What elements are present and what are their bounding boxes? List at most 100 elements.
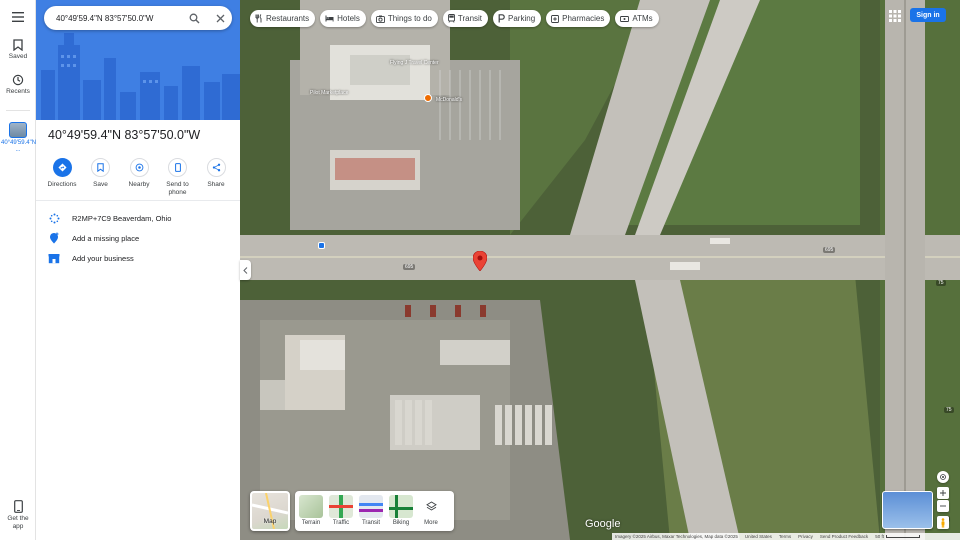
- chip-label: ATMs: [632, 14, 653, 23]
- add-business-icon: [48, 253, 60, 263]
- terrain-thumbnail-icon: [299, 495, 323, 518]
- hamburger-menu-icon: [12, 12, 24, 22]
- bookmark-icon: [13, 39, 23, 51]
- layer-switcher-button[interactable]: Map: [250, 491, 290, 531]
- place-panel: 40°49'59.4"N 83°57'50.0"W Directions Sav…: [36, 0, 240, 540]
- layer-label: Terrain: [301, 520, 321, 526]
- chip-label: Parking: [508, 14, 536, 23]
- clear-search-button[interactable]: [210, 8, 230, 28]
- chip-hotels[interactable]: Hotels: [320, 10, 366, 27]
- road-shield-75: 75: [936, 280, 946, 286]
- transit-thumbnail-icon: [359, 495, 383, 518]
- imagery-attribution: Imagery ©2025 Airbus, Maxar Technologies…: [615, 534, 738, 539]
- street-view-pegman-button[interactable]: [937, 516, 949, 529]
- recent-place-label: 40°49'59.4"N ...: [1, 140, 37, 153]
- search-box: [44, 6, 232, 30]
- nearby-button[interactable]: Nearby: [121, 158, 157, 197]
- layer-terrain[interactable]: Terrain: [299, 495, 323, 531]
- layers-icon: [425, 501, 437, 511]
- sign-in-button[interactable]: Sign in: [910, 8, 946, 22]
- phone-icon: [13, 500, 23, 513]
- chip-things-to-do[interactable]: Things to do: [370, 10, 438, 27]
- plus-code-row[interactable]: R2MP+7C9 Beaverdam, Ohio: [36, 208, 240, 228]
- chip-label: Restaurants: [266, 14, 310, 23]
- zoom-in-button[interactable]: [937, 487, 949, 499]
- add-missing-place-row[interactable]: Add a missing place: [36, 228, 240, 248]
- feedback-link[interactable]: Send Product Feedback: [820, 534, 868, 539]
- chip-restaurants[interactable]: Restaurants: [250, 10, 316, 27]
- layers-thumbnail: [419, 495, 443, 518]
- poi-label[interactable]: Flying J Travel Center: [390, 60, 439, 66]
- scale-ruler: [885, 535, 920, 538]
- street-view-thumbnail[interactable]: [882, 491, 933, 529]
- layer-more[interactable]: More: [419, 495, 443, 531]
- panel-divider: [36, 200, 240, 201]
- bookmark-icon: [97, 163, 104, 172]
- privacy-link[interactable]: Privacy: [798, 534, 813, 539]
- menu-button[interactable]: [0, 12, 36, 22]
- poi-marker-icon[interactable]: [424, 94, 432, 102]
- search-icon: [189, 13, 199, 23]
- country-link[interactable]: United States: [745, 534, 772, 539]
- traffic-thumbnail-icon: [329, 495, 353, 518]
- parking-icon: [498, 14, 505, 23]
- scale-bar[interactable]: 50 ft: [875, 534, 920, 539]
- search-input[interactable]: [56, 13, 182, 23]
- directions-icon: [57, 163, 67, 172]
- get-app-label: Get the app: [7, 515, 29, 530]
- pegman-icon: [941, 517, 945, 528]
- location-pin-icon[interactable]: [473, 251, 487, 271]
- poi-label[interactable]: McDonald's: [436, 97, 462, 103]
- map-canvas[interactable]: 695 695 75 75 75 Flying J Travel Center …: [240, 0, 960, 540]
- save-circle: [91, 158, 110, 177]
- nearby-circle: [129, 158, 149, 177]
- chip-atms[interactable]: ATMs: [615, 10, 659, 27]
- restaurant-icon: [255, 14, 262, 23]
- directions-label: Directions: [47, 181, 77, 188]
- chip-label: Transit: [457, 14, 483, 23]
- recent-place-button[interactable]: 40°49'59.4"N ...: [0, 122, 36, 154]
- close-icon: [216, 14, 224, 22]
- get-app-button[interactable]: Get the app: [0, 500, 36, 531]
- recents-button[interactable]: Recents: [0, 74, 36, 96]
- rail-divider: [6, 110, 30, 111]
- add-business-row[interactable]: Add your business: [36, 248, 240, 268]
- save-button[interactable]: Save: [83, 158, 119, 197]
- category-chips: Restaurants Hotels Things to do Transit …: [250, 10, 659, 27]
- share-label: Share: [207, 181, 225, 188]
- plus-icon: [940, 490, 946, 496]
- my-location-button[interactable]: [937, 471, 949, 483]
- road-shield-695-right: 695: [823, 247, 836, 253]
- chevron-left-icon: [243, 266, 248, 274]
- collapse-panel-button[interactable]: [240, 260, 251, 280]
- poi-marker-icon[interactable]: [318, 242, 325, 249]
- layer-label: More: [424, 520, 438, 526]
- layer-label: Transit: [361, 520, 381, 526]
- send-to-phone-button[interactable]: Send to phone: [160, 158, 196, 197]
- map-footer: Imagery ©2025 Airbus, Maxar Technologies…: [612, 533, 960, 540]
- zoom-out-button[interactable]: [937, 500, 949, 512]
- camera-icon: [375, 15, 385, 23]
- poi-label[interactable]: Pilot Marketplace: [310, 90, 348, 96]
- recents-label: Recents: [6, 88, 30, 95]
- terms-link[interactable]: Terms: [779, 534, 791, 539]
- apps-grid-icon[interactable]: [889, 10, 901, 22]
- road-shield-75: 75: [944, 407, 954, 413]
- chip-transit[interactable]: Transit: [442, 10, 489, 27]
- chip-pharmacies[interactable]: Pharmacies: [546, 10, 611, 27]
- share-button[interactable]: Share: [198, 158, 234, 197]
- saved-button[interactable]: Saved: [0, 39, 36, 61]
- layer-traffic[interactable]: Traffic: [329, 495, 353, 531]
- directions-button[interactable]: Directions: [44, 158, 80, 197]
- chip-label: Things to do: [387, 14, 432, 23]
- chip-parking[interactable]: Parking: [493, 10, 542, 27]
- plus-code-text: R2MP+7C9 Beaverdam, Ohio: [72, 213, 172, 223]
- layer-label: Biking: [392, 520, 410, 526]
- send-to-phone-circle: [168, 158, 187, 177]
- google-logo: Google: [585, 518, 621, 530]
- transit-icon: [447, 14, 455, 23]
- layer-biking[interactable]: Biking: [389, 495, 413, 531]
- scale-label: 50 ft: [875, 534, 884, 539]
- layer-transit[interactable]: Transit: [359, 495, 383, 531]
- search-button[interactable]: [184, 8, 204, 28]
